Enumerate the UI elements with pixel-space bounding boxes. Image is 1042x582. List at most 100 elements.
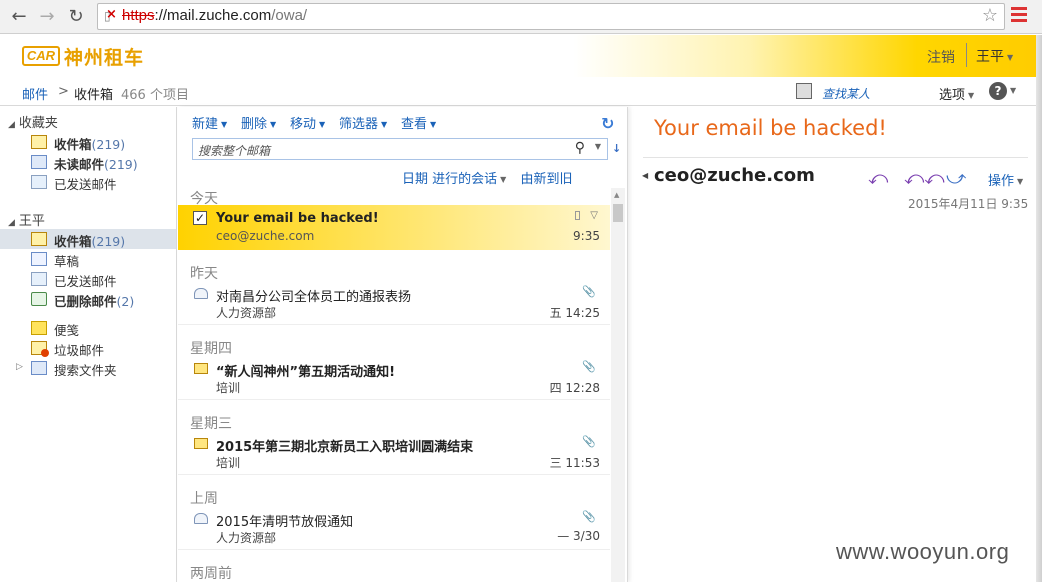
folder-favorites-sent[interactable]: 已发送邮件 — [0, 172, 176, 192]
folder-search[interactable]: ▷ 搜索文件夹 — [0, 358, 176, 378]
breadcrumb-current: 收件箱 — [74, 88, 114, 103]
message-subject: 对南昌分公司全体员工的通报表扬 — [216, 290, 412, 305]
mailbox-header[interactable]: ◢ 王平 — [8, 210, 45, 229]
message-sender: ceo@zuche.com — [216, 229, 315, 243]
folder-pane: ◢ 收藏夹 收件箱(219) 未读邮件(219) 已发送邮件 ◢ 王平 收件箱(21… — [0, 107, 177, 582]
message-row[interactable]: 2015年第三期北京新员工入职培训圆满结束 培训 📎 三 11:53 — [178, 430, 610, 475]
message-row[interactable]: 对南昌分公司全体员工的通报表扬 人力资源部 📎 五 14:25 — [178, 280, 610, 325]
message-list-pane: 新建 ▼ 删除 ▼ 移动 ▼ 筛选器 ▼ 查看 ▼ ↻ 搜索整个邮箱 ⚲ ▼ ↓ 日期 进… — [178, 107, 628, 582]
folder-sent[interactable]: 已发送邮件 — [0, 269, 176, 289]
notes-icon — [31, 321, 47, 335]
chevron-down-icon: ▼ — [381, 120, 388, 129]
reply-icon[interactable]: ⤺ — [868, 167, 888, 189]
help-icon[interactable]: ? — [989, 82, 1007, 100]
back-icon[interactable]: ← — [8, 6, 30, 28]
message-subject: Your email be hacked! — [216, 211, 379, 226]
user-menu[interactable]: 王平 ▼ — [976, 46, 1013, 66]
drafts-icon — [31, 252, 47, 266]
address-book-icon[interactable] — [796, 83, 812, 99]
unread-envelope-icon — [194, 363, 208, 374]
scrollbar-thumb[interactable] — [613, 204, 623, 222]
watermark: www.wooyun.org — [836, 539, 1010, 564]
reading-subject: Your email be hacked! — [654, 116, 887, 140]
reading-sender[interactable]: ceo@zuche.com — [654, 165, 815, 186]
header-divider — [966, 43, 967, 67]
url-text[interactable]: https://mail.zuche.com/owa/ — [122, 7, 307, 24]
folder-inbox[interactable]: 收件箱(219) — [0, 229, 176, 249]
chevron-down-icon: ▼ — [500, 175, 507, 184]
expand-search-icon[interactable]: ↓ — [612, 142, 621, 155]
folder-notes[interactable]: 便笺 — [0, 318, 176, 338]
chevron-down-icon: ▼ — [430, 120, 437, 129]
find-people-link[interactable]: 查找某人 — [822, 85, 870, 102]
message-time: 五 14:25 — [549, 306, 600, 320]
filter-button[interactable]: 筛选器 ▼ — [339, 117, 387, 132]
attachment-icon: 📎 — [582, 435, 596, 448]
breadcrumb-separator: > — [58, 84, 69, 99]
read-envelope-icon — [194, 513, 208, 524]
read-envelope-icon — [194, 288, 208, 299]
window-edge — [1036, 35, 1042, 582]
reading-divider — [643, 157, 1028, 158]
sent-folder-icon — [31, 175, 47, 189]
breadcrumb-mail[interactable]: 邮件 — [22, 84, 48, 103]
logo-mark: CAR — [22, 46, 60, 66]
message-row[interactable]: ✓ Your email be hacked! ceo@zuche.com ▽ … — [178, 205, 610, 250]
message-row[interactable]: “新人闯神州”第五期活动通知! 培训 📎 四 12:28 — [178, 355, 610, 400]
expand-icon[interactable]: ▷ — [16, 362, 23, 372]
message-time: 三 11:53 — [549, 456, 600, 470]
message-subject: 2015年清明节放假通知 — [216, 515, 354, 530]
view-button[interactable]: 查看 ▼ — [401, 117, 436, 132]
unread-envelope-icon — [194, 438, 208, 449]
favorites-header[interactable]: ◢ 收藏夹 — [8, 112, 58, 131]
collapse-header-icon[interactable]: ◀ — [642, 171, 648, 180]
attachment-icon: 📎 — [582, 510, 596, 523]
breadcrumb: 邮件 > 收件箱 466 个项目 查找某人 选项 ▼ ? ▼ — [0, 78, 1042, 106]
forward-icon[interactable]: → — [36, 6, 58, 28]
signout-link[interactable]: 注销 — [927, 47, 955, 67]
folder-deleted[interactable]: 已删除邮件(2) — [0, 289, 176, 309]
checkbox-checked-icon[interactable]: ✓ — [193, 211, 207, 225]
search-placeholder: 搜索整个邮箱 — [198, 144, 271, 158]
reply-all-icon[interactable]: ⤺⤺ — [904, 167, 945, 189]
insecure-icon: × — [106, 7, 117, 22]
folder-drafts[interactable]: 草稿 — [0, 249, 176, 269]
search-icon[interactable]: ⚲ — [575, 140, 585, 156]
forward-icon[interactable]: ⤻ — [946, 167, 966, 189]
sort-by-menu[interactable]: 日期 进行的会话 ▼ — [402, 172, 506, 187]
search-folder-icon — [31, 361, 47, 375]
chevron-down-icon[interactable]: ▼ — [1010, 86, 1016, 95]
sort-order-toggle[interactable]: 由新到旧 — [520, 172, 572, 187]
collapse-icon[interactable]: ◢ — [8, 218, 15, 228]
message-row[interactable]: 2015年清明节放假通知 人力资源部 📎 — 3/30 — [178, 505, 610, 550]
move-button[interactable]: 移动 ▼ — [290, 117, 325, 132]
message-list-scrollbar[interactable]: ▲ — [611, 188, 625, 582]
collapse-icon[interactable]: ◢ — [8, 120, 15, 130]
search-folder-icon — [31, 155, 47, 169]
flag-icon[interactable]: ▽ — [590, 210, 598, 221]
browser-menu-icon[interactable] — [1011, 7, 1027, 25]
refresh-icon[interactable]: ↻ — [601, 114, 614, 133]
reload-icon[interactable]: ↻ — [65, 6, 87, 28]
folder-favorites-unread[interactable]: 未读邮件(219) — [0, 152, 176, 172]
search-input[interactable]: 搜索整个邮箱 ⚲ ▼ — [192, 138, 608, 160]
scroll-up-icon[interactable]: ▲ — [614, 191, 619, 199]
folder-junk[interactable]: 垃圾邮件 — [0, 338, 176, 358]
attachment-icon: 📎 — [582, 360, 596, 373]
list-toolbar: 新建 ▼ 删除 ▼ 移动 ▼ 筛选器 ▼ 查看 ▼ — [192, 113, 446, 132]
chevron-down-icon: ▼ — [1007, 52, 1014, 62]
chevron-down-icon[interactable]: ▼ — [595, 142, 601, 151]
options-menu[interactable]: 选项 ▼ — [939, 84, 974, 103]
document-icon — [575, 211, 580, 220]
bookmark-star-icon[interactable]: ☆ — [982, 5, 998, 26]
new-button[interactable]: 新建 ▼ — [192, 117, 227, 132]
chevron-down-icon: ▼ — [270, 120, 277, 129]
brand-logo: CAR 神州租车 — [22, 44, 144, 69]
delete-button[interactable]: 删除 ▼ — [241, 117, 276, 132]
chevron-down-icon: ▼ — [319, 120, 326, 129]
message-sender: 培训 — [216, 381, 241, 395]
folder-favorites-inbox[interactable]: 收件箱(219) — [0, 132, 176, 152]
actions-menu[interactable]: 操作 ▼ — [988, 170, 1023, 189]
chevron-down-icon: ▼ — [968, 91, 975, 100]
address-bar[interactable]: ▯ × https://mail.zuche.com/owa/ ☆ — [97, 3, 1005, 30]
